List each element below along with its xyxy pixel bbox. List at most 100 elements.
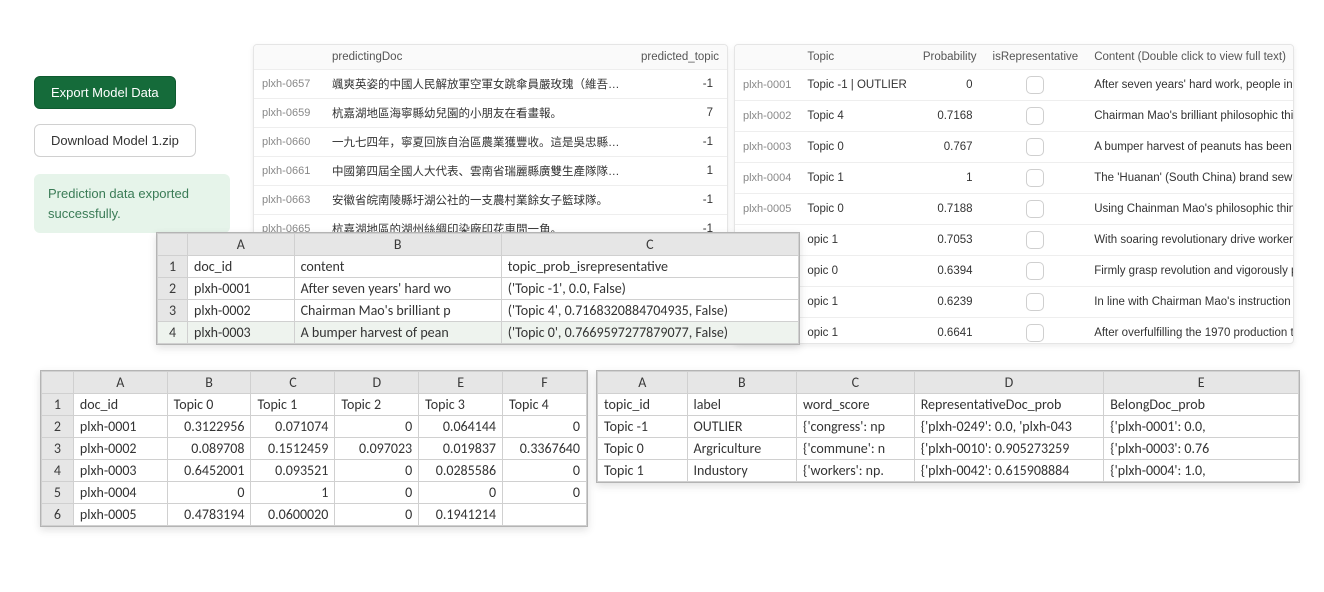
- cell[interactable]: 0.071074: [251, 416, 335, 438]
- topic-row-content[interactable]: After overfulfilling the 1970 production…: [1086, 318, 1294, 345]
- cell[interactable]: {'commune': n: [797, 438, 915, 460]
- cell[interactable]: 0.064144: [419, 416, 503, 438]
- cell[interactable]: [503, 504, 587, 526]
- topic-row-prob[interactable]: 0.767: [915, 132, 985, 163]
- sheet1-row-2[interactable]: 2: [158, 278, 188, 300]
- cell[interactable]: ('Topic -1', 0.0, False): [501, 278, 798, 300]
- pred-row-topic[interactable]: -1: [633, 70, 727, 99]
- cell[interactable]: Topic 0: [167, 394, 251, 416]
- sheet1-col-C[interactable]: C: [501, 234, 798, 256]
- export-model-data-button[interactable]: Export Model Data: [34, 76, 176, 109]
- sheet1-col-B[interactable]: B: [294, 234, 501, 256]
- sheet2-col-A[interactable]: A: [73, 372, 167, 394]
- topic-row-id[interactable]: plxh-0005: [735, 194, 799, 225]
- cell[interactable]: {'congress': np: [797, 416, 915, 438]
- cell[interactable]: Topic 4: [503, 394, 587, 416]
- cell[interactable]: 0.3367640: [503, 438, 587, 460]
- topic-row-prob[interactable]: 0.6394: [915, 256, 985, 287]
- topic-row-topic[interactable]: Topic 4: [799, 101, 915, 132]
- checkbox-icon[interactable]: [1026, 324, 1044, 342]
- pred-col-text[interactable]: predictingDoc: [324, 45, 633, 70]
- sheet2-row-3[interactable]: 3: [42, 438, 74, 460]
- cell[interactable]: 0.019837: [419, 438, 503, 460]
- topic-row-prob[interactable]: 0.7053: [915, 225, 985, 256]
- topic-row-topic[interactable]: opic 1: [799, 225, 915, 256]
- pred-row-text[interactable]: 颯爽英姿的中國人民解放軍空軍女跳傘員嚴玫瑰（維吾爾族）。: [324, 70, 633, 99]
- cell[interactable]: word_score: [797, 394, 915, 416]
- cell[interactable]: 0.1512459: [251, 438, 335, 460]
- topic-row-topic[interactable]: opic 1: [799, 287, 915, 318]
- checkbox-icon[interactable]: [1026, 293, 1044, 311]
- pred-row-text[interactable]: 中國第四屆全國人大代表、雲南省瑞麗縣廣雙生產隊隊長瑞板（傣族，左二）與: [324, 157, 633, 186]
- pred-row-id[interactable]: plxh-0661: [254, 157, 324, 186]
- cell[interactable]: plxh-0001: [188, 278, 295, 300]
- cell[interactable]: 0: [335, 504, 419, 526]
- cell[interactable]: 0: [419, 482, 503, 504]
- sheet1-row-4[interactable]: 4: [158, 322, 188, 344]
- topic-col-rep[interactable]: isRepresentative: [985, 45, 1087, 70]
- cell[interactable]: Topic 2: [335, 394, 419, 416]
- topic-row-topic[interactable]: Topic -1 | OUTLIER: [799, 70, 915, 101]
- cell[interactable]: 0.097023: [335, 438, 419, 460]
- topic-row-content[interactable]: Firmly grasp revolution and vigorously p…: [1086, 256, 1294, 287]
- sheet2-row-5[interactable]: 5: [42, 482, 74, 504]
- checkbox-icon[interactable]: [1026, 200, 1044, 218]
- cell[interactable]: doc_id: [73, 394, 167, 416]
- topic-row-content[interactable]: The 'Huanan' (South China) brand sewing …: [1086, 163, 1294, 194]
- topic-row-rep[interactable]: [985, 194, 1087, 225]
- sheet2-row-1[interactable]: 1: [42, 394, 74, 416]
- topic-row-id[interactable]: plxh-0001: [735, 70, 799, 101]
- topic-row-rep[interactable]: [985, 70, 1087, 101]
- topic-row-prob[interactable]: 0.7168: [915, 101, 985, 132]
- topic-row-rep[interactable]: [985, 225, 1087, 256]
- pred-row-text[interactable]: 杭嘉湖地區海寧縣幼兒園的小朋友在看畫報。: [324, 99, 633, 128]
- sheet1-row-1[interactable]: 1: [158, 256, 188, 278]
- pred-row-id[interactable]: plxh-0660: [254, 128, 324, 157]
- download-model-zip-button[interactable]: Download Model 1.zip: [34, 124, 196, 157]
- topic-row-content[interactable]: Using Chainman Mao's philosophic thinkin…: [1086, 194, 1294, 225]
- pred-row-id[interactable]: plxh-0663: [254, 186, 324, 215]
- pred-row-topic[interactable]: 1: [633, 157, 727, 186]
- cell[interactable]: Argriculture: [687, 438, 797, 460]
- sheet3-col-B[interactable]: B: [687, 372, 797, 394]
- cell[interactable]: doc_id: [188, 256, 295, 278]
- sheet3-col-D[interactable]: D: [914, 372, 1104, 394]
- topic-row-topic[interactable]: Topic 1: [799, 163, 915, 194]
- cell[interactable]: Topic 1: [251, 394, 335, 416]
- sheet1-col-A[interactable]: A: [188, 234, 295, 256]
- cell[interactable]: 0.1941214: [419, 504, 503, 526]
- cell[interactable]: Topic 0: [598, 438, 688, 460]
- pred-col-id[interactable]: [254, 45, 324, 70]
- pred-row-text[interactable]: 安徽省皖南陵縣圩湖公社的一支農村業餘女子籃球隊。: [324, 186, 633, 215]
- cell[interactable]: 0.0600020: [251, 504, 335, 526]
- cell[interactable]: 0: [167, 482, 251, 504]
- topic-row-prob[interactable]: 0.6239: [915, 287, 985, 318]
- topic-row-prob[interactable]: 1: [915, 163, 985, 194]
- checkbox-icon[interactable]: [1026, 138, 1044, 156]
- cell[interactable]: A bumper harvest of pean: [294, 322, 501, 344]
- topic-row-content[interactable]: A bumper harvest of peanuts has been gat…: [1086, 132, 1294, 163]
- cell[interactable]: After seven years' hard wo: [294, 278, 501, 300]
- cell[interactable]: {'plxh-0010': 0.905273259: [914, 438, 1104, 460]
- sheet2-row-6[interactable]: 6: [42, 504, 74, 526]
- checkbox-icon[interactable]: [1026, 262, 1044, 280]
- sheet1-row-3[interactable]: 3: [158, 300, 188, 322]
- sheet2-row-4[interactable]: 4: [42, 460, 74, 482]
- cell[interactable]: ('Topic 4', 0.7168320884704935, False): [501, 300, 798, 322]
- cell[interactable]: plxh-0004: [73, 482, 167, 504]
- cell[interactable]: topic_prob_isrepresentative: [501, 256, 798, 278]
- cell[interactable]: 0: [503, 416, 587, 438]
- cell[interactable]: OUTLIER: [687, 416, 797, 438]
- cell[interactable]: 0.4783194: [167, 504, 251, 526]
- topic-col-id[interactable]: [735, 45, 799, 70]
- cell[interactable]: 0: [335, 416, 419, 438]
- cell[interactable]: 0: [335, 460, 419, 482]
- topic-col-prob[interactable]: Probability: [915, 45, 985, 70]
- pred-row-topic[interactable]: -1: [633, 128, 727, 157]
- topic-row-content[interactable]: With soaring revolutionary drive workers…: [1086, 225, 1294, 256]
- sheet-corner[interactable]: [158, 234, 188, 256]
- cell[interactable]: plxh-0001: [73, 416, 167, 438]
- topic-row-rep[interactable]: [985, 287, 1087, 318]
- cell[interactable]: {'plxh-0042': 0.615908884: [914, 460, 1104, 482]
- cell[interactable]: Topic -1: [598, 416, 688, 438]
